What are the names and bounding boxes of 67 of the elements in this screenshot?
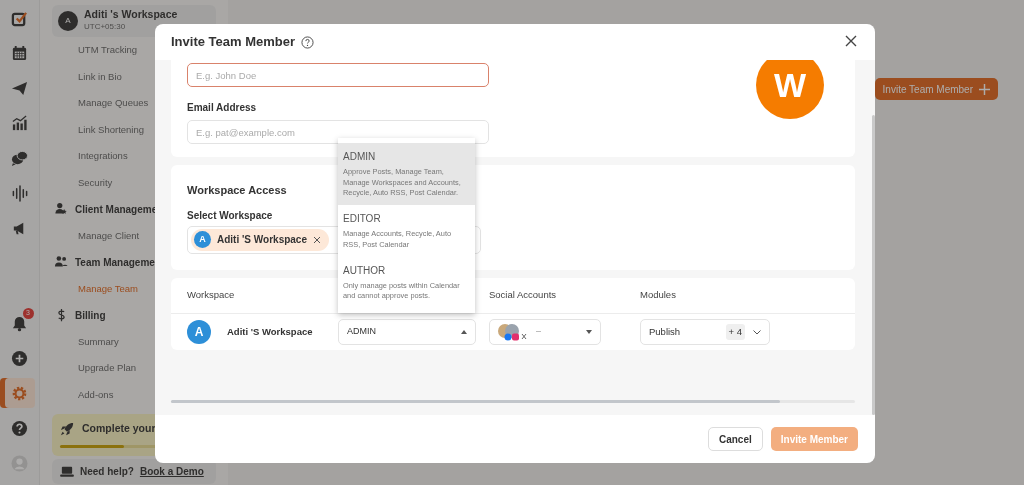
rocket-icon bbox=[60, 421, 74, 436]
sidebar-section-title: Client Manageme bbox=[75, 202, 158, 217]
sidebar-link[interactable]: Manage Team bbox=[52, 275, 139, 302]
field-label: Email Address bbox=[187, 101, 257, 115]
sidebar-section-title: Billing bbox=[75, 308, 106, 323]
name-field[interactable]: E.g. John Doe bbox=[187, 63, 489, 87]
book-demo-link[interactable]: Book a Demo bbox=[139, 464, 204, 479]
field-label: Select Workspace bbox=[187, 208, 273, 223]
send-icon bbox=[11, 79, 28, 97]
workspace-avatar: A bbox=[187, 320, 211, 344]
laptop-icon bbox=[60, 465, 74, 478]
help-text: Need help? bbox=[80, 465, 134, 479]
remove-chip-button[interactable] bbox=[313, 235, 321, 244]
social-accounts-select[interactable]: – bbox=[489, 319, 601, 345]
bell-icon bbox=[11, 314, 28, 332]
cancel-button[interactable]: Cancel bbox=[707, 427, 763, 451]
close-icon bbox=[313, 235, 321, 244]
more-count: + 4 bbox=[725, 323, 745, 341]
banner-title: Complete your bbox=[82, 421, 156, 436]
workspace-timezone: UTC+05:30 bbox=[84, 20, 127, 33]
column-header: Workspace bbox=[187, 289, 235, 301]
workspace-name: Aditi 's Workspace bbox=[84, 9, 178, 21]
sidebar-link[interactable]: Link Shortening bbox=[52, 116, 145, 143]
sidebar-link[interactable]: Integrations bbox=[52, 143, 128, 170]
close-icon bbox=[845, 35, 857, 47]
sidebar-link[interactable]: Summary bbox=[52, 328, 119, 355]
bar-chart-icon bbox=[11, 114, 28, 132]
horizontal-scrollbar[interactable] bbox=[171, 400, 855, 403]
option-title: EDITOR bbox=[343, 212, 382, 227]
settings-icon bbox=[11, 384, 28, 402]
role-select[interactable]: ADMIN bbox=[338, 319, 476, 345]
sidebar-link[interactable]: Manage Queues bbox=[52, 90, 149, 117]
workspace-avatar: A bbox=[58, 11, 78, 31]
member-avatar: W bbox=[756, 60, 824, 119]
option-title: ADMIN bbox=[343, 150, 377, 164]
calendar-icon bbox=[11, 44, 28, 62]
plus-circle-icon bbox=[11, 349, 28, 367]
client-user-icon bbox=[54, 202, 69, 217]
column-header: Modules bbox=[640, 289, 676, 301]
caret-up-icon bbox=[461, 330, 467, 334]
option-title: AUTHOR bbox=[343, 263, 387, 278]
modules-select[interactable]: Publish + 4 bbox=[640, 319, 770, 345]
workspace-name: Aditi 'S Workspace bbox=[227, 324, 313, 339]
user-avatar-icon bbox=[11, 454, 28, 472]
sidebar-link[interactable]: UTM Tracking bbox=[52, 37, 138, 64]
sidebar-section-title: Team Manageme bbox=[75, 255, 155, 270]
caret-down-icon bbox=[586, 330, 592, 334]
help-icon bbox=[11, 419, 28, 437]
waveform-icon bbox=[10, 184, 29, 202]
plus-icon bbox=[979, 83, 990, 95]
sidebar-link[interactable]: Manage Client bbox=[52, 222, 140, 249]
close-button[interactable] bbox=[845, 35, 859, 49]
logo-icon bbox=[11, 9, 28, 27]
section-title: Workspace Access bbox=[187, 183, 287, 198]
placeholder-dash: – bbox=[536, 325, 541, 339]
workspace-chip-label: Aditi 'S Workspace bbox=[217, 233, 307, 247]
help-icon bbox=[301, 35, 315, 49]
vertical-scrollbar[interactable] bbox=[872, 115, 875, 415]
sidebar-link[interactable]: Add-ons bbox=[52, 381, 114, 408]
workspace-avatar: A bbox=[194, 231, 211, 248]
invite-member-button[interactable]: Invite Team Member bbox=[874, 78, 998, 100]
chevron-down-icon bbox=[753, 329, 761, 335]
sidebar-link[interactable]: Security bbox=[52, 169, 113, 196]
sidebar-link[interactable]: Link in Bio bbox=[52, 63, 122, 90]
chat-bubbles-icon bbox=[11, 149, 28, 167]
sidebar-link[interactable]: Upgrade Plan bbox=[52, 355, 137, 382]
column-header: Social Accounts bbox=[489, 289, 557, 301]
